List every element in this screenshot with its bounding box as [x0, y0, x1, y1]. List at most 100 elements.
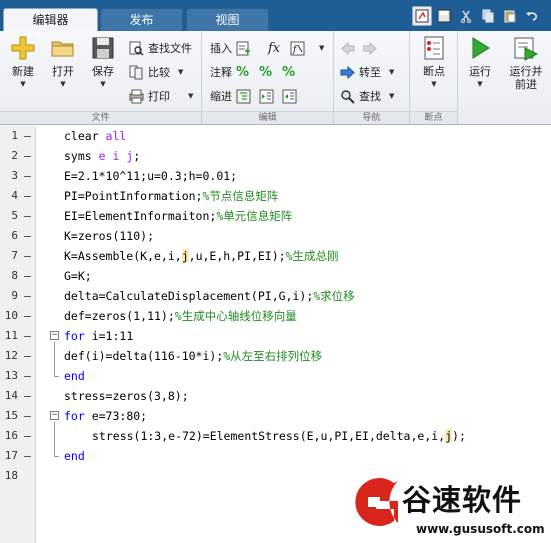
- tab-publish[interactable]: 发布: [100, 8, 183, 31]
- code-text: E=2.1*10^11;u=0.3;h=0.01;: [64, 169, 238, 183]
- toolstrip-ribbon: 新建 ▼ 打开 ▼ 保存 ▼ 查找文件 比较 ▼ 打印 ▼ 文件 插入 fx f…: [0, 31, 551, 125]
- decrease-indent-icon[interactable]: [282, 89, 297, 104]
- line-number: 16: [4, 429, 18, 442]
- open-button[interactable]: 打开 ▼: [43, 35, 83, 88]
- breakpoint-list-icon: [421, 35, 447, 61]
- breakpoints-button[interactable]: 断点 ▼: [414, 35, 454, 88]
- edit-section-label: 编辑: [202, 111, 333, 124]
- paste-icon[interactable]: [500, 6, 520, 26]
- line-marker[interactable]: –: [24, 266, 31, 286]
- compare-button[interactable]: 比较 ▼: [129, 63, 183, 81]
- code-line[interactable]: 10 – def=zeros(1,11);%生成中心轴线位移向量: [0, 306, 551, 326]
- code-line[interactable]: 16 – stress(1:3,e-72)=ElementStress(E,u,…: [0, 426, 551, 446]
- tab-view[interactable]: 视图: [186, 8, 269, 31]
- find-files-button[interactable]: 查找文件: [129, 39, 192, 57]
- line-marker[interactable]: –: [24, 206, 31, 226]
- line-marker[interactable]: –: [24, 366, 31, 386]
- code-line[interactable]: 4 – PI=PointInformation;%节点信息矩阵: [0, 186, 551, 206]
- line-marker[interactable]: –: [24, 246, 31, 266]
- chevron-down-icon: ▼: [188, 92, 194, 100]
- code-text: delta=CalculateDisplacement(PI,G,i);%求位移: [64, 289, 355, 303]
- insert-section-icon[interactable]: [236, 41, 251, 56]
- line-marker[interactable]: –: [24, 166, 31, 186]
- back-arrow-icon[interactable]: [340, 41, 355, 56]
- line-marker[interactable]: –: [24, 386, 31, 406]
- code-text: end: [64, 449, 85, 463]
- code-line[interactable]: 15 – − for e=73:80;: [0, 406, 551, 426]
- run-advance-icon: [513, 35, 539, 61]
- insert-function-button[interactable]: fx: [268, 39, 280, 57]
- run-section: 运行 ▼ 运行并 前进: [458, 31, 551, 124]
- line-marker[interactable]: –: [24, 446, 31, 466]
- wrap-comment-icon[interactable]: %: [282, 65, 295, 80]
- increase-indent-icon[interactable]: [259, 89, 274, 104]
- line-marker[interactable]: –: [24, 426, 31, 446]
- code-line[interactable]: 12 – def(i)=delta(116-10*i);%从左至右排列位移: [0, 346, 551, 366]
- find-button[interactable]: 查找 ▼: [340, 87, 394, 105]
- line-marker[interactable]: –: [24, 226, 31, 246]
- fold-collapse-icon[interactable]: −: [50, 331, 59, 340]
- layout-icon[interactable]: [412, 6, 432, 26]
- code-text: EI=ElementInformaiton;%单元信息矩阵: [64, 209, 293, 223]
- breakpoints-label: 断点: [423, 65, 445, 78]
- run-button[interactable]: 运行 ▼: [460, 35, 500, 88]
- insert-label: 插入: [210, 42, 232, 55]
- comment-button[interactable]: 注释 % % %: [210, 63, 295, 81]
- fold-collapse-icon[interactable]: −: [50, 411, 59, 420]
- line-marker[interactable]: –: [24, 286, 31, 306]
- line-marker[interactable]: –: [24, 406, 31, 426]
- line-marker[interactable]: –: [24, 146, 31, 166]
- code-line[interactable]: 17 – end: [0, 446, 551, 466]
- code-line[interactable]: 11 – − for i=1:11: [0, 326, 551, 346]
- code-line[interactable]: 3 – E=2.1*10^11;u=0.3;h=0.01;: [0, 166, 551, 186]
- line-marker[interactable]: –: [24, 186, 31, 206]
- smart-indent-icon[interactable]: [236, 89, 251, 104]
- chevron-down-icon: ▼: [389, 68, 395, 76]
- line-number: 13: [4, 369, 18, 382]
- new-button[interactable]: 新建 ▼: [3, 35, 43, 88]
- code-text: K=zeros(110);: [64, 229, 155, 243]
- line-number: 18: [4, 469, 18, 482]
- goto-button[interactable]: 转至 ▼: [340, 63, 394, 81]
- code-line[interactable]: 8 – G=K;: [0, 266, 551, 286]
- run-and-advance-button[interactable]: 运行并 前进: [504, 35, 548, 91]
- line-number: 9: [11, 289, 18, 302]
- copy-icon[interactable]: [478, 6, 498, 26]
- uncomment-percent-icon[interactable]: %: [259, 65, 272, 80]
- forward-arrow-icon[interactable]: [363, 41, 378, 56]
- save-button[interactable]: 保存 ▼: [83, 35, 123, 88]
- comment-percent-icon[interactable]: %: [236, 65, 249, 80]
- code-text: for i=1:11: [64, 329, 134, 343]
- chevron-down-icon: ▼: [431, 80, 437, 88]
- line-marker[interactable]: –: [24, 326, 31, 346]
- run-advance-label-2: 前进: [515, 78, 537, 91]
- highlighted-variable: j: [445, 429, 453, 443]
- chevron-down-icon: ▼: [20, 80, 26, 88]
- code-line[interactable]: 13 – end: [0, 366, 551, 386]
- line-marker[interactable]: –: [24, 306, 31, 326]
- undo-icon[interactable]: [522, 6, 542, 26]
- line-number: 2: [11, 149, 18, 162]
- line-marker[interactable]: –: [24, 346, 31, 366]
- insert-button[interactable]: 插入: [210, 39, 251, 57]
- code-line[interactable]: 1 – clear all: [0, 126, 551, 146]
- function-list-icon: f: [290, 41, 305, 56]
- watermark-url: www.gususoft.com: [416, 522, 545, 536]
- print-label: 打印: [148, 90, 170, 103]
- code-line[interactable]: 7 – K=Assemble(K,e,i,j,u,E,h,PI,EI);%生成总…: [0, 246, 551, 266]
- cut-icon[interactable]: [456, 6, 476, 26]
- code-line[interactable]: 6 – K=zeros(110);: [0, 226, 551, 246]
- line-marker[interactable]: –: [24, 126, 31, 146]
- magnifier-icon: [340, 89, 355, 104]
- code-line[interactable]: 5 – EI=ElementInformaiton;%单元信息矩阵: [0, 206, 551, 226]
- chevron-down-icon: ▼: [319, 44, 325, 52]
- line-number: 7: [11, 249, 18, 262]
- tab-editor[interactable]: 编辑器: [3, 8, 98, 31]
- code-line[interactable]: 9 – delta=CalculateDisplacement(PI,G,i);…: [0, 286, 551, 306]
- indent-button[interactable]: 缩进: [210, 87, 297, 105]
- insert-function-list-button[interactable]: f ▼: [290, 39, 324, 57]
- save-quick-icon[interactable]: [434, 6, 454, 26]
- code-line[interactable]: 2 – syms e i j;: [0, 146, 551, 166]
- code-line[interactable]: 14 – stress=zeros(3,8);: [0, 386, 551, 406]
- print-button[interactable]: 打印 ▼: [129, 87, 193, 105]
